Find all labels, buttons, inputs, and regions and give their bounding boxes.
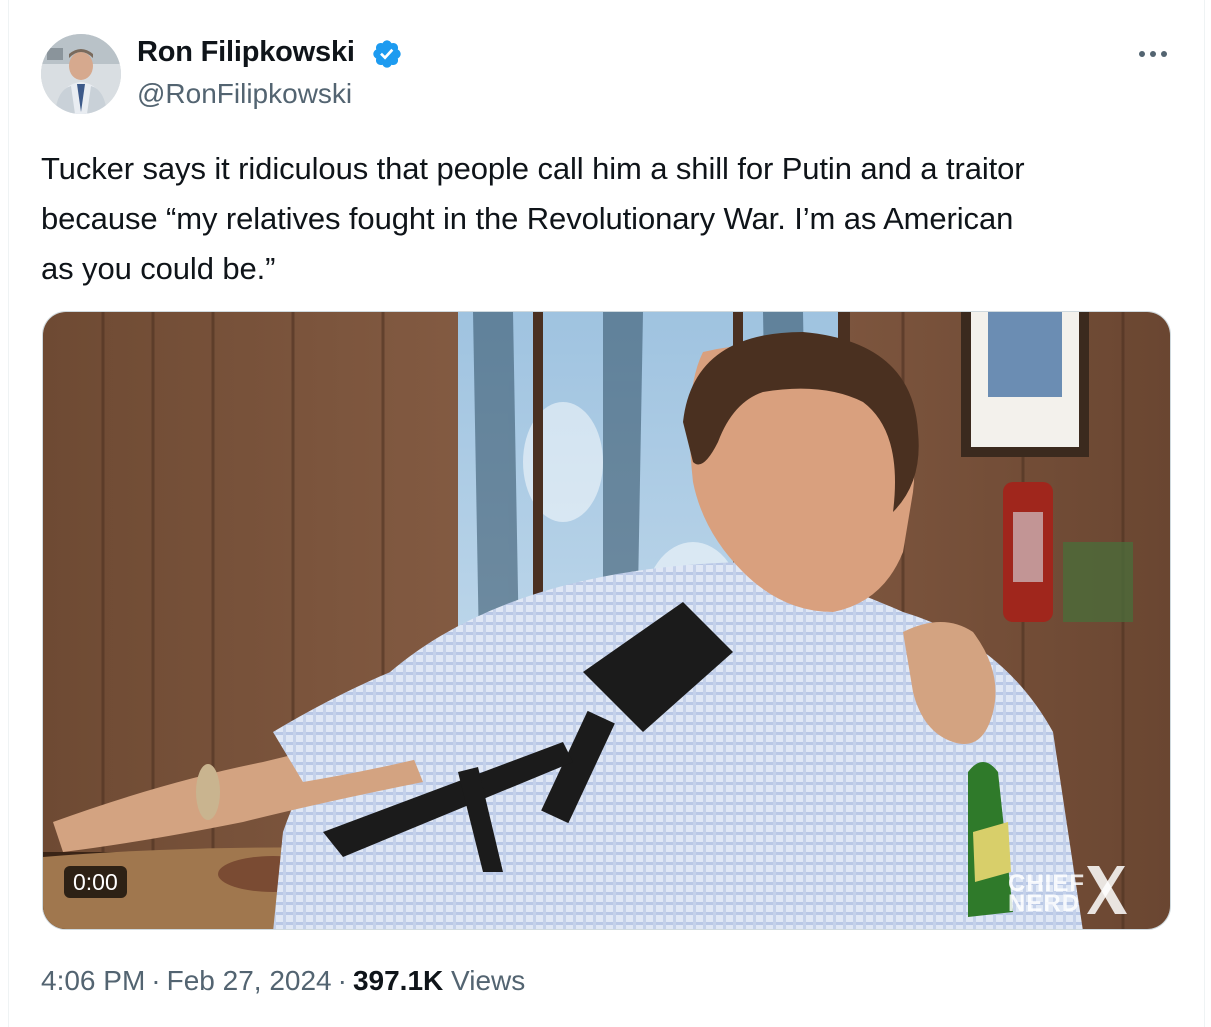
- tweet-time[interactable]: 4:06 PM: [41, 965, 145, 996]
- tweet-text-line: as you could be.”: [41, 251, 276, 286]
- author-name[interactable]: Ron Filipkowski: [137, 36, 355, 69]
- video-frame: [43, 312, 1170, 929]
- tweet-meta: 4:06 PM · Feb 27, 2024 · 397.1K Views: [41, 965, 525, 997]
- meta-separator: ·: [151, 965, 161, 996]
- verified-badge-icon: [373, 40, 401, 68]
- tweet-text-line: because “my relatives fought in the Revo…: [41, 201, 1014, 236]
- avatar-image: [41, 34, 121, 114]
- views-label: Views: [451, 965, 526, 996]
- video-timecode: 0:00: [64, 866, 127, 898]
- tweet-text: Tucker says it ridiculous that people ca…: [41, 144, 1181, 294]
- x-logo-icon: [1087, 866, 1127, 914]
- author-handle[interactable]: @RonFilipkowski: [137, 78, 352, 110]
- more-options-icon[interactable]: [1135, 40, 1171, 68]
- tweet-date[interactable]: Feb 27, 2024: [167, 965, 332, 996]
- more-dot: [1139, 51, 1145, 57]
- video-player[interactable]: 0:00 CHIEF NERD: [42, 311, 1171, 930]
- frame-left-border: [8, 0, 9, 1027]
- more-dot: [1161, 51, 1167, 57]
- avatar[interactable]: [41, 34, 121, 114]
- more-dot: [1150, 51, 1156, 57]
- video-watermark: CHIEF NERD: [1008, 872, 1085, 917]
- frame-right-border: [1204, 0, 1205, 1027]
- tweet-text-line: Tucker says it ridiculous that people ca…: [41, 151, 1025, 186]
- watermark-line: NERD: [1008, 890, 1081, 917]
- views-count: 397.1K: [352, 965, 444, 996]
- meta-separator: ·: [337, 965, 347, 996]
